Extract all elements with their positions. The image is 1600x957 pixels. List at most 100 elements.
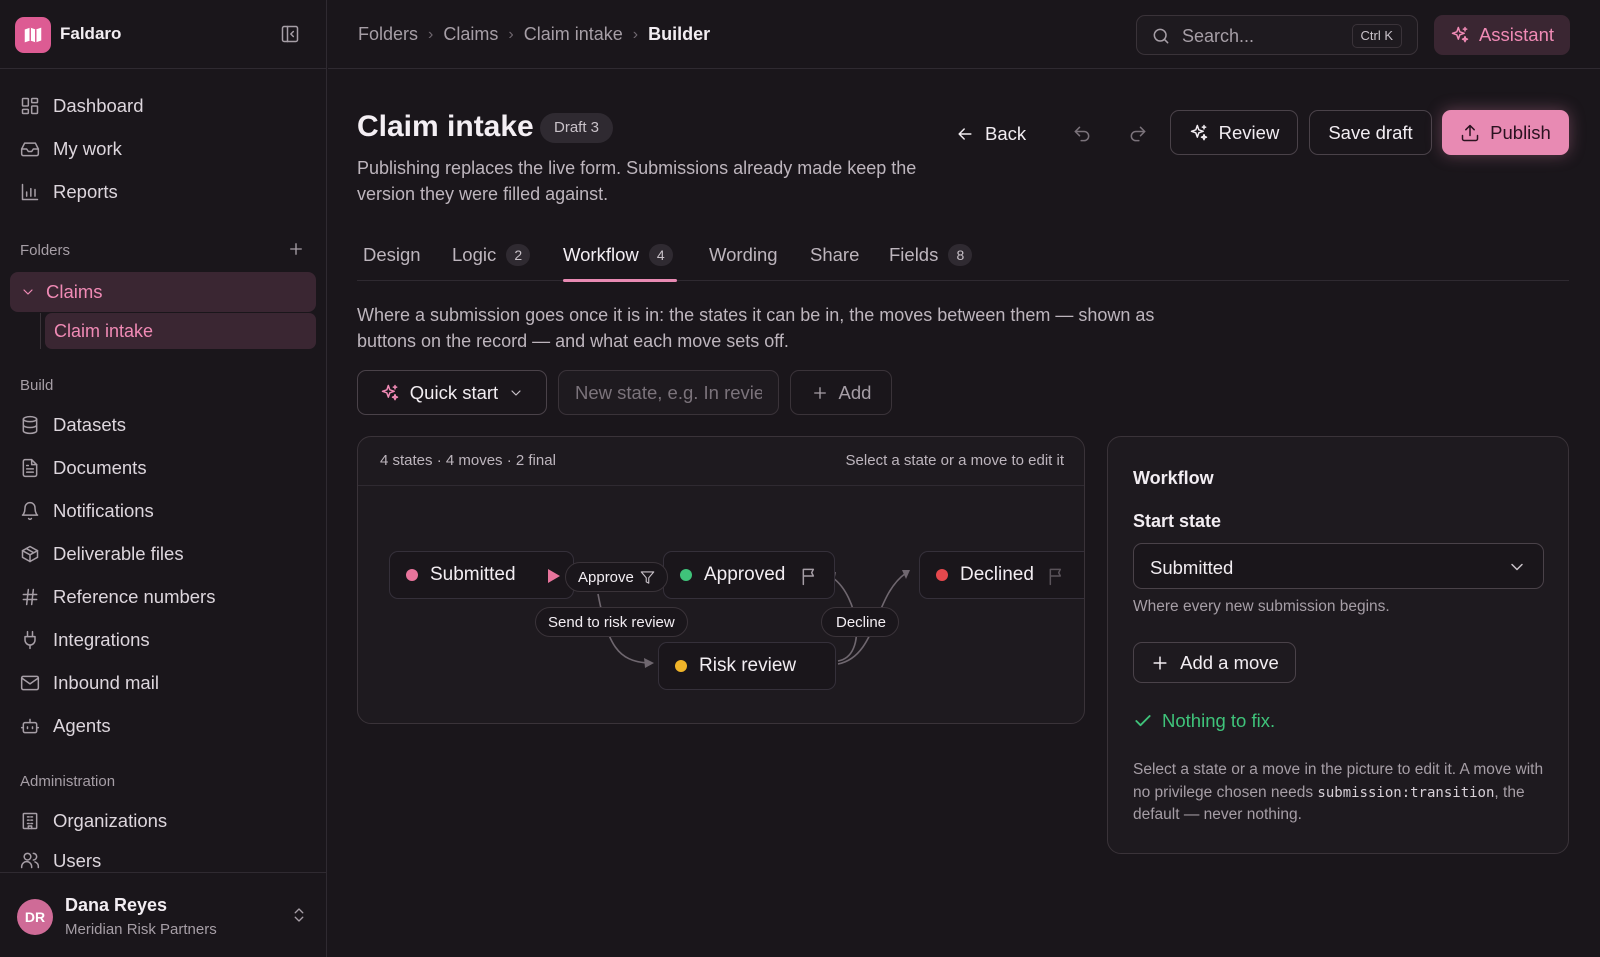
workflow-description: Where a submission goes once it is in: t… — [357, 305, 1155, 351]
dashboard-icon — [21, 97, 39, 115]
sidebar-item-dashboard[interactable]: Dashboard — [10, 86, 316, 126]
start-state-help: Where every new submission begins. — [1133, 598, 1390, 615]
plus-icon — [290, 243, 302, 255]
tab-fields[interactable]: Fields 8 — [889, 236, 973, 281]
sidebar-item-label: Agents — [53, 715, 111, 736]
quick-start-label: Quick start — [409, 381, 499, 403]
search-input[interactable]: Search... Ctrl K — [1136, 15, 1418, 55]
check-icon — [1135, 715, 1151, 727]
mail-icon — [20, 675, 40, 691]
sidebar-item-label: Reports — [53, 181, 118, 202]
folder-claims[interactable]: Claims — [10, 272, 316, 312]
breadcrumb: Folders › Claims › Claim intake › Builde… — [358, 24, 710, 45]
add-state-button[interactable]: Add — [790, 370, 892, 415]
sparkles-icon — [1190, 124, 1207, 140]
search-placeholder: Search... — [1182, 26, 1255, 46]
state-label: Declined — [960, 564, 1034, 585]
sidebar-item-inbound-mail[interactable]: Inbound mail — [10, 663, 316, 703]
breadcrumb-folders[interactable]: Folders — [358, 24, 418, 45]
undo-icon — [1074, 126, 1090, 142]
move-label: Approve — [578, 568, 634, 586]
plus-icon — [1153, 655, 1167, 670]
package-icon — [21, 545, 39, 563]
add-move-button[interactable]: Add a move — [1133, 642, 1296, 683]
add-label: Add — [838, 381, 872, 403]
move-label: Decline — [836, 613, 887, 631]
state-node-risk-review[interactable]: Risk review — [658, 642, 836, 690]
assistant-button[interactable]: Assistant — [1434, 15, 1570, 55]
state-node-declined[interactable]: Declined — [919, 551, 1084, 599]
flag-icon — [1049, 568, 1062, 586]
sidebar-item-datasets[interactable]: Datasets — [10, 405, 316, 445]
start-state-select[interactable]: Submitted — [1133, 543, 1544, 589]
chevron-down-icon — [23, 289, 33, 295]
sidebar-item-reference-numbers[interactable]: Reference numbers — [10, 577, 316, 617]
status-badge: Draft 3 — [540, 113, 614, 143]
sidebar-item-label: Users — [53, 850, 102, 870]
sidebar-item-label: Documents — [53, 457, 147, 478]
app-name: Faldaro — [60, 24, 122, 43]
move-approve[interactable]: Approve — [565, 562, 668, 592]
tab-label: Wording — [709, 244, 778, 265]
publish-button[interactable]: Publish — [1442, 110, 1569, 155]
collapse-sidebar-button[interactable] — [280, 24, 300, 44]
panel-help-note: Select a state or a move in the picture … — [1133, 759, 1553, 827]
tab-label: Design — [363, 244, 421, 265]
build-heading: Build — [20, 377, 54, 394]
chevron-right-icon: › — [508, 25, 514, 43]
state-node-submitted[interactable]: Submitted — [389, 551, 574, 599]
sidebar-item-label: Dashboard — [53, 95, 144, 116]
back-button[interactable]: Back — [955, 114, 1026, 154]
plug-icon — [24, 630, 36, 650]
bell-icon — [21, 501, 39, 521]
sidebar-item-notifications[interactable]: Notifications — [10, 491, 316, 531]
tab-wording[interactable]: Wording — [709, 236, 778, 281]
tab-label: Workflow — [563, 244, 639, 265]
tab-workflow[interactable]: Workflow 4 — [563, 236, 677, 282]
publish-label: Publish — [1490, 121, 1551, 143]
sidebar-item-label: Deliverable files — [53, 543, 184, 564]
tab-count-badge: 8 — [948, 244, 973, 266]
move-send-to-risk-review[interactable]: Send to risk review — [535, 607, 688, 637]
folder-item-label: Claim intake — [54, 320, 154, 341]
flag-icon — [802, 568, 815, 586]
add-folder-button[interactable] — [287, 240, 305, 258]
sidebar-item-documents[interactable]: Documents — [10, 448, 316, 488]
sidebar-item-deliverable-files[interactable]: Deliverable files — [10, 534, 316, 574]
breadcrumb-claim-intake[interactable]: Claim intake — [524, 24, 623, 45]
breadcrumb-claims[interactable]: Claims — [443, 24, 498, 45]
sidebar-item-integrations[interactable]: Integrations — [10, 620, 316, 660]
user-menu-toggle[interactable] — [290, 906, 308, 924]
sidebar-item-organizations[interactable]: Organizations — [10, 801, 316, 841]
sidebar-item-reports[interactable]: Reports — [10, 172, 316, 212]
tab-design[interactable]: Design — [363, 236, 421, 281]
validation-status-text: Nothing to fix. — [1162, 710, 1276, 731]
avatar: DR — [17, 899, 53, 935]
start-arrow-icon — [548, 569, 560, 583]
undo-button[interactable] — [1072, 124, 1092, 144]
move-decline[interactable]: Decline — [821, 607, 900, 637]
sidebar-item-agents[interactable]: Agents — [10, 706, 316, 746]
bar-chart-icon — [21, 183, 39, 201]
state-node-approved[interactable]: Approved — [663, 551, 835, 599]
sidebar-item-my-work[interactable]: My work — [10, 129, 316, 169]
search-shortcut: Ctrl K — [1351, 24, 1402, 48]
save-draft-button[interactable]: Save draft — [1309, 110, 1432, 155]
sidebar-item-users[interactable]: Users — [10, 844, 316, 870]
tab-logic[interactable]: Logic 2 — [452, 236, 531, 281]
review-button[interactable]: Review — [1170, 110, 1298, 155]
folder-label: Claims — [46, 281, 103, 302]
sidebar-item-label: Inbound mail — [53, 672, 159, 693]
search-icon — [1153, 28, 1169, 44]
move-label: Send to risk review — [548, 613, 675, 631]
app-logo[interactable] — [15, 17, 51, 53]
tab-bar: Design Logic 2 Workflow 4 Wording Share … — [357, 236, 1569, 282]
quick-start-button[interactable]: Quick start — [357, 370, 547, 415]
new-state-input[interactable] — [558, 370, 779, 415]
tab-share[interactable]: Share — [810, 236, 859, 281]
sparkles-icon — [1451, 26, 1469, 43]
user-menu[interactable]: DR Dana Reyes Meridian Risk Partners — [0, 872, 327, 957]
folder-item-claim-intake[interactable]: Claim intake — [45, 313, 316, 349]
privilege-code: submission:transition — [1317, 784, 1495, 801]
redo-button[interactable] — [1128, 124, 1148, 144]
